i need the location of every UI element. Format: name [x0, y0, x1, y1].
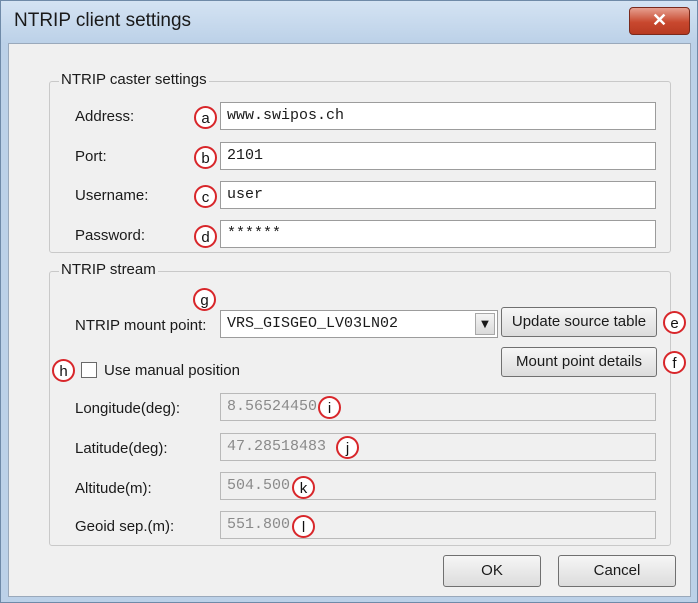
- window-title: NTRIP client settings: [14, 10, 192, 31]
- mount-point-details-button[interactable]: Mount point details: [501, 347, 657, 377]
- marker-c: c: [194, 185, 217, 208]
- password-label: Password:: [75, 227, 146, 244]
- latitude-label: Latitude(deg):: [75, 440, 168, 457]
- longitude-input[interactable]: 8.56524450: [220, 393, 656, 421]
- dialog-window: NTRIP client settings ✕ NTRIP caster set…: [0, 0, 698, 603]
- marker-d: d: [194, 225, 217, 248]
- marker-a: a: [194, 106, 217, 129]
- manual-position-checkbox[interactable]: [81, 362, 97, 378]
- port-label: Port:: [75, 148, 107, 165]
- marker-j: j: [336, 436, 359, 459]
- username-input[interactable]: user: [220, 181, 656, 209]
- marker-l: l: [292, 515, 315, 538]
- caster-group-title: NTRIP caster settings: [59, 71, 209, 88]
- marker-h: h: [52, 359, 75, 382]
- ok-button[interactable]: OK: [443, 555, 541, 587]
- manual-position-label: Use manual position: [104, 362, 240, 379]
- chevron-down-icon[interactable]: ▼: [475, 313, 495, 335]
- marker-k: k: [292, 476, 315, 499]
- dialog-body: NTRIP caster settings Address: a www.swi…: [8, 43, 691, 597]
- update-source-table-button[interactable]: Update source table: [501, 307, 657, 337]
- password-input[interactable]: ******: [220, 220, 656, 248]
- username-label: Username:: [75, 187, 149, 204]
- close-icon: ✕: [651, 10, 668, 30]
- port-input[interactable]: 2101: [220, 142, 656, 170]
- marker-e: e: [663, 311, 686, 334]
- longitude-label: Longitude(deg):: [75, 400, 181, 417]
- title-bar[interactable]: NTRIP client settings ✕: [1, 1, 697, 43]
- cancel-button[interactable]: Cancel: [558, 555, 676, 587]
- mount-point-label: NTRIP mount point:: [75, 317, 207, 334]
- mount-point-dropdown[interactable]: VRS_GISGEO_LV03LN02 ▼: [220, 310, 498, 338]
- address-label: Address:: [75, 108, 135, 125]
- marker-i: i: [318, 396, 341, 419]
- stream-group-title: NTRIP stream: [59, 261, 158, 278]
- marker-f: f: [663, 351, 686, 374]
- altitude-input[interactable]: 504.500: [220, 472, 656, 500]
- close-button[interactable]: ✕: [629, 7, 690, 35]
- address-input[interactable]: www.swipos.ch: [220, 102, 656, 130]
- geoid-sep-label: Geoid sep.(m):: [75, 518, 175, 535]
- latitude-input[interactable]: 47.28518483: [220, 433, 656, 461]
- geoid-sep-input[interactable]: 551.800: [220, 511, 656, 539]
- marker-g: g: [193, 288, 216, 311]
- marker-b: b: [194, 146, 217, 169]
- mount-point-value: VRS_GISGEO_LV03LN02: [227, 315, 399, 332]
- altitude-label: Altitude(m):: [75, 480, 152, 497]
